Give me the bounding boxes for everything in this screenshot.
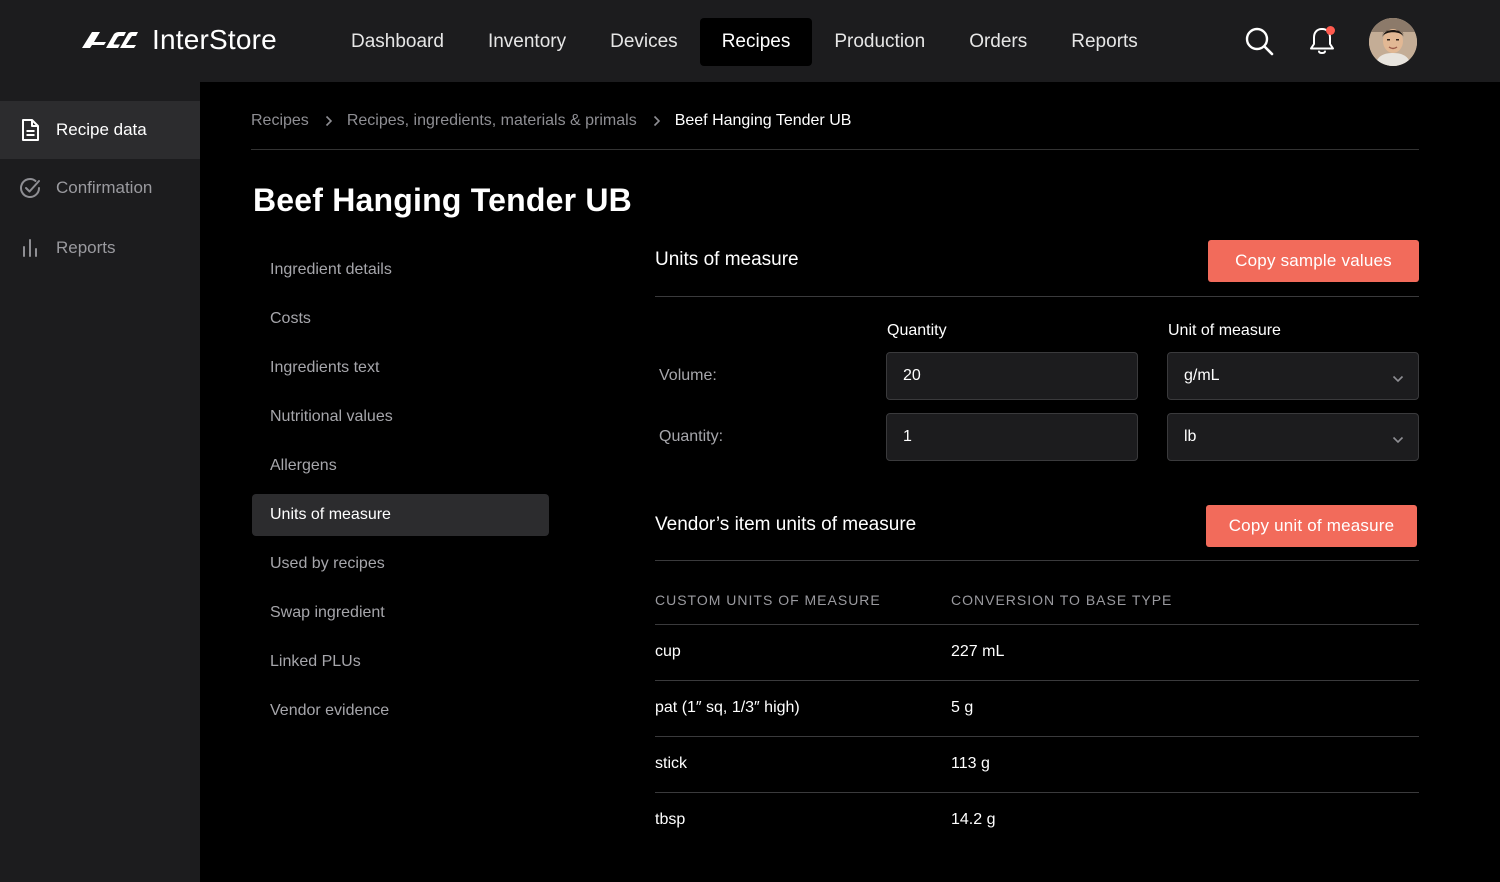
sidebar-item-label: Recipe data (56, 120, 147, 139)
sidebar-item-recipe-data[interactable]: Recipe data (0, 101, 200, 159)
quantity-quantity-value: 1 (903, 428, 912, 445)
avatar[interactable] (1369, 18, 1417, 66)
subnav-nutritional-values[interactable]: Nutritional values (252, 396, 549, 438)
subnav-used-by-recipes[interactable]: Used by recipes (252, 543, 549, 585)
vendor-section-title: Vendor’s item units of measure (655, 514, 917, 535)
check-circle-icon (18, 176, 42, 200)
quantity-column-label: Quantity (887, 322, 947, 339)
row-divider (655, 680, 1419, 681)
volume-label: Volume: (659, 367, 717, 384)
breadcrumb-divider (251, 149, 1419, 150)
sidebar-item-label: Confirmation (56, 178, 153, 197)
copy-sample-values-button[interactable]: Copy sample values (1208, 240, 1419, 282)
sidebar: Recipe data Confirmation Reports (0, 82, 200, 882)
nav-item-recipes[interactable]: Recipes (699, 18, 813, 66)
breadcrumb-ingredients[interactable]: Recipes, ingredients, materials & primal… (347, 112, 637, 130)
subnav-vendor-evidence[interactable]: Vendor evidence (252, 690, 549, 732)
quantity-quantity-input[interactable]: 1 (886, 413, 1138, 461)
avatar-image (1369, 18, 1417, 66)
breadcrumb-recipes[interactable]: Recipes (251, 112, 309, 130)
notifications-button[interactable] (1304, 23, 1340, 59)
subnav-allergens[interactable]: Allergens (252, 445, 549, 487)
chevron-right-icon (653, 115, 661, 127)
volume-unit-select[interactable]: g/mL (1167, 352, 1419, 400)
conversion-cell: 113 g (951, 755, 990, 772)
main-nav: Dashboard Inventory Devices Recipes Prod… (329, 18, 1160, 66)
unit-cell: stick (655, 755, 687, 772)
volume-quantity-input[interactable]: 20 (886, 352, 1138, 400)
table-header-divider (655, 624, 1419, 625)
nav-item-reports[interactable]: Reports (1049, 18, 1160, 66)
copy-unit-of-measure-button[interactable]: Copy unit of measure (1206, 505, 1417, 547)
unit-cell: tbsp (655, 811, 686, 828)
breadcrumb: Recipes Recipes, ingredients, materials … (251, 109, 851, 133)
units-section-title: Units of measure (655, 249, 799, 270)
chevron-down-icon (1392, 370, 1404, 388)
sidebar-item-confirmation[interactable]: Confirmation (0, 159, 200, 217)
nav-item-orders[interactable]: Orders (947, 18, 1049, 66)
document-icon (18, 118, 42, 142)
conversion-header: CONVERSION TO BASE TYPE (951, 592, 1173, 608)
subnav-linked-plus[interactable]: Linked PLUs (252, 641, 549, 683)
notification-dot (1326, 26, 1335, 35)
subnav-swap-ingredient[interactable]: Swap ingredient (252, 592, 549, 634)
row-divider (655, 792, 1419, 793)
quantity-unit-select[interactable]: lb (1167, 413, 1419, 461)
custom-units-header: CUSTOM UNITS OF MEASURE (655, 592, 881, 608)
sidebar-item-label: Reports (56, 238, 116, 257)
row-divider (655, 736, 1419, 737)
search-icon (1245, 27, 1274, 56)
volume-quantity-value: 20 (903, 367, 921, 384)
conversion-cell: 14.2 g (951, 811, 996, 828)
top-bar: InterStore Dashboard Inventory Devices R… (0, 0, 1500, 82)
subnav-ingredient-details[interactable]: Ingredient details (252, 249, 549, 291)
unit-cell: pat (1″ sq, 1/3″ high) (655, 699, 800, 716)
conversion-cell: 227 mL (951, 643, 1005, 660)
nav-item-production[interactable]: Production (812, 18, 947, 66)
sidebar-item-reports[interactable]: Reports (0, 219, 200, 277)
subnav-units-of-measure[interactable]: Units of measure (252, 494, 549, 536)
page-title: Beef Hanging Tender UB (253, 182, 632, 218)
units-divider (655, 296, 1419, 297)
nav-item-devices[interactable]: Devices (588, 18, 700, 66)
nav-item-inventory[interactable]: Inventory (466, 18, 588, 66)
nav-item-dashboard[interactable]: Dashboard (329, 18, 466, 66)
chevron-right-icon (325, 115, 333, 127)
app-name: InterStore (152, 24, 277, 55)
vendor-divider (655, 560, 1419, 561)
volume-unit-value: g/mL (1184, 367, 1220, 384)
bar-chart-icon (18, 236, 42, 260)
unit-cell: cup (655, 643, 681, 660)
quantity-label: Quantity: (659, 428, 724, 445)
app-logo[interactable]: InterStore (80, 22, 277, 58)
breadcrumb-current: Beef Hanging Tender UB (674, 112, 852, 129)
chevron-down-icon (1392, 431, 1404, 449)
subnav-ingredients-text[interactable]: Ingredients text (252, 347, 549, 389)
logo-mark-icon (80, 31, 138, 49)
quantity-unit-value: lb (1184, 428, 1197, 445)
conversion-cell: 5 g (951, 699, 974, 716)
unit-column-label: Unit of measure (1168, 322, 1281, 339)
subnav-costs[interactable]: Costs (252, 298, 549, 340)
search-button[interactable] (1241, 23, 1277, 59)
